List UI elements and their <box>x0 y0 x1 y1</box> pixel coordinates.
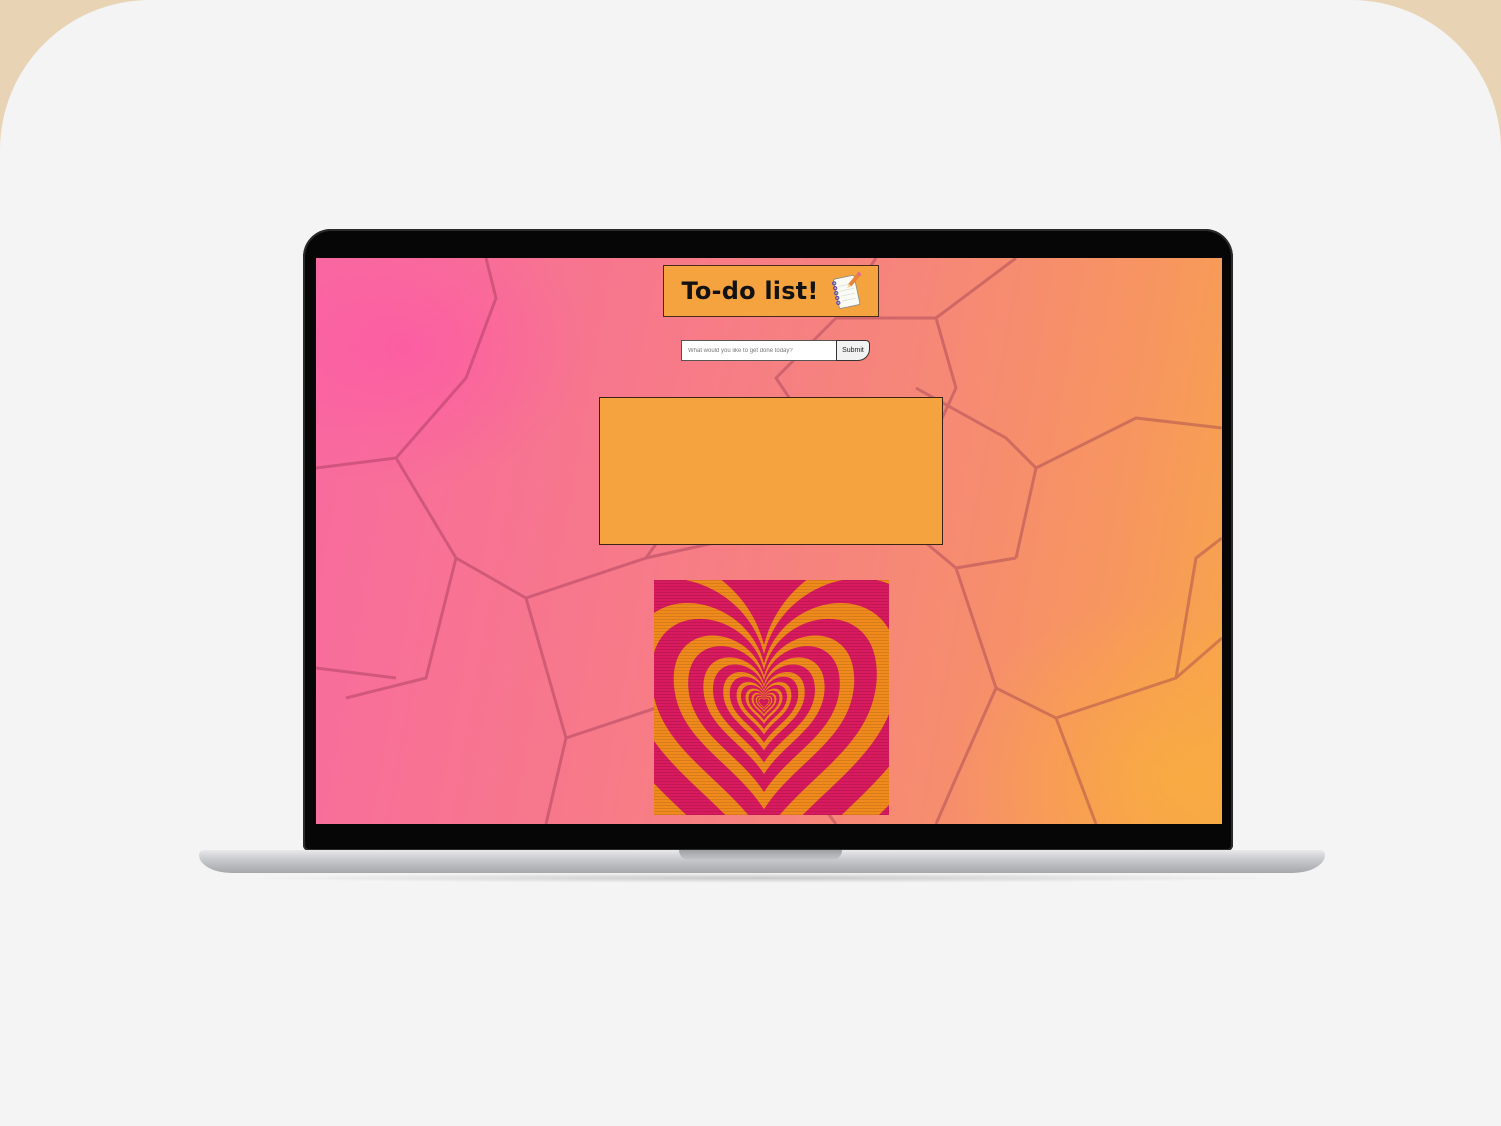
submit-button[interactable]: Submit <box>836 340 870 361</box>
todo-list-panel <box>599 397 943 545</box>
add-task-form: Submit <box>681 340 870 361</box>
notepad-icon <box>831 271 862 311</box>
browser-viewport: To-do list! What would you like to get d… <box>316 258 1222 824</box>
presentation-backdrop: To-do list! What would you like to get d… <box>0 0 1501 1126</box>
task-input[interactable] <box>681 340 837 361</box>
heart-pattern-image <box>654 580 889 815</box>
laptop-notch <box>679 850 842 860</box>
laptop-shadow <box>240 873 1285 883</box>
title-banner: To-do list! <box>663 265 879 317</box>
page-title: To-do list! <box>681 277 819 305</box>
